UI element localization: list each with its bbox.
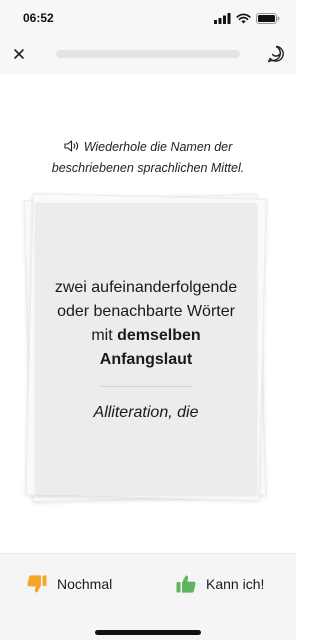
status-time: 06:52	[23, 11, 54, 25]
thumbs-up-icon	[176, 575, 196, 593]
thumbs-down-icon	[27, 575, 47, 593]
signal-icon	[214, 12, 231, 24]
instruction-text: Wiederhole die Namen der beschriebenen s…	[24, 137, 272, 179]
home-indicator	[95, 630, 201, 635]
prompt-line: zwei aufeinanderfolgende	[54, 279, 238, 296]
top-nav	[0, 36, 296, 74]
progress-bar	[56, 50, 240, 58]
prompt-line: oder benachbarte Wörter	[57, 303, 235, 320]
again-button[interactable]: Nochmal	[26, 572, 112, 596]
status-bar: 06:52	[0, 0, 296, 36]
card-divider	[101, 386, 193, 387]
flashcard-stack[interactable]: zwei aufeinanderfolgende oder benachbart…	[23, 193, 267, 503]
card-prompt: zwei aufeinanderfolgende oder benachbart…	[43, 276, 249, 372]
prompt-bold: Anfangslaut	[99, 351, 193, 368]
wifi-icon	[236, 13, 251, 23]
close-icon[interactable]	[10, 45, 28, 63]
status-icons	[214, 12, 280, 24]
again-label: Nochmal	[57, 576, 113, 592]
prompt-bold: demselben	[117, 327, 201, 344]
bottom-action-bar: Nochmal Kann ich!	[0, 553, 296, 640]
know-it-button[interactable]: Kann ich!	[175, 572, 264, 596]
speaker-icon[interactable]	[64, 140, 81, 152]
card-answer: Alliteration, die	[93, 404, 199, 421]
flashcard[interactable]: zwei aufeinanderfolgende oder benachbart…	[35, 203, 257, 495]
know-it-label: Kann ich!	[206, 576, 265, 592]
battery-icon	[256, 12, 280, 24]
flashcard-screen: 06:52 Wiederhole die Namen der beschrieb…	[0, 0, 296, 640]
prompt-line: mit	[91, 327, 118, 344]
chat-icon[interactable]	[266, 44, 286, 64]
